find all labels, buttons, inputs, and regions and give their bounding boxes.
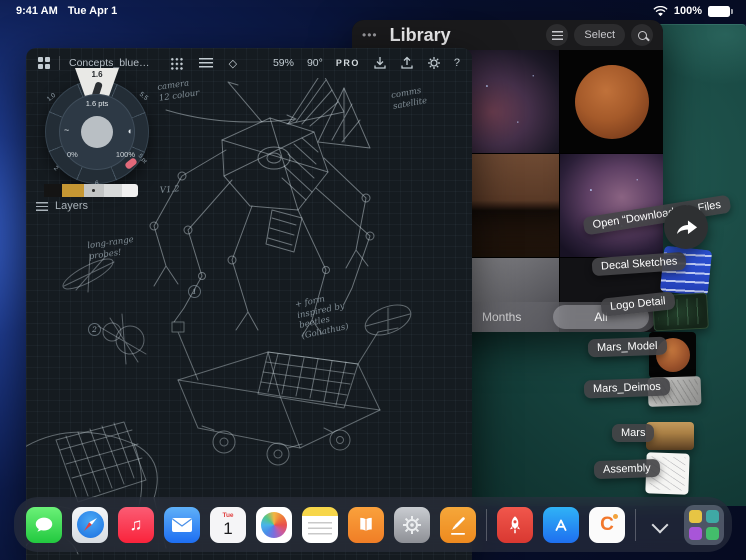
battery-icon [708, 5, 733, 17]
settings-gear-icon[interactable] [427, 56, 441, 70]
concepts-toolbar: Concepts_blue… ◇ 59% 90° PRO ? [26, 48, 472, 78]
document-title[interactable]: Concepts_blue… [69, 57, 150, 69]
layers-button[interactable]: Layers [36, 200, 88, 212]
app-library-icon[interactable] [684, 504, 724, 545]
drag-item-label[interactable]: Mars_Model [587, 336, 667, 358]
swatch-black[interactable] [44, 184, 62, 197]
export-icon[interactable] [400, 56, 414, 70]
layers-icon [36, 201, 48, 211]
music-app-icon[interactable]: ♫ [118, 506, 154, 543]
select-button[interactable]: Select [574, 24, 625, 46]
calendar-day: 1 [223, 518, 233, 538]
share-forward-button[interactable] [664, 205, 708, 249]
concepts-app-window: Concepts_blue… ◇ 59% 90° PRO ? 1.6 1.0 5… [26, 48, 472, 560]
library-header: ••• Library Select [352, 20, 663, 50]
swatch-gray-selected[interactable] [84, 184, 104, 197]
rocket-app-icon[interactable] [497, 506, 533, 543]
concepts-app-icon[interactable] [440, 506, 476, 543]
photo-mars-globe[interactable] [560, 50, 663, 153]
calendar-app-icon[interactable]: Tue 1 [210, 506, 246, 543]
dock-divider [635, 508, 636, 541]
swatch-white[interactable] [122, 184, 138, 197]
opacity-max: 100% [115, 150, 135, 159]
tool-wheel[interactable]: 1.6 1.0 5.5 2 6 5 pt 1.6 pts ~ ◐ 0% 100% [45, 68, 149, 187]
segment-months[interactable]: Months [482, 302, 521, 332]
pro-badge[interactable]: PRO [336, 58, 360, 68]
compass-icon [76, 511, 104, 538]
c-glyph: C [600, 513, 614, 535]
layers-label: Layers [55, 200, 89, 212]
search-icon [637, 30, 647, 40]
color-swatch-bar [44, 184, 138, 197]
swatch-light-gray[interactable] [104, 184, 122, 197]
battery-percent: 100% [673, 5, 702, 17]
nib-icon[interactable]: ◇ [229, 57, 237, 70]
grid-menu-icon[interactable] [169, 56, 183, 70]
drag-item-label[interactable]: Mars [612, 424, 655, 442]
tool-size-lower-left: 2 [52, 164, 60, 173]
safari-app-icon[interactable] [72, 506, 108, 543]
ipad-screen: 9:41 AM Tue Apr 1 100% ••• Library Selec… [0, 0, 746, 560]
swatch-gold[interactable] [62, 184, 84, 197]
music-note-icon: ♫ [129, 514, 143, 534]
search-button[interactable] [631, 24, 653, 46]
opacity-icon: ◐ [127, 126, 133, 136]
dock: ♫ Tue 1 C [14, 497, 732, 552]
filter-icon [551, 30, 563, 40]
settings-app-icon[interactable] [394, 506, 430, 543]
rotation-value[interactable]: 90° [307, 57, 323, 69]
toolbar-divider [59, 56, 60, 70]
stroke-width-label: 1.6 pts [85, 99, 109, 108]
dock-divider [486, 508, 487, 541]
note-lines-icon [308, 521, 332, 538]
smoothing-icon: ~ [64, 125, 70, 135]
mail-app-icon[interactable] [164, 506, 200, 543]
status-bar: 9:41 AM Tue Apr 1 100% [0, 0, 746, 22]
notes-app-icon[interactable] [302, 506, 338, 543]
wheel-center-button[interactable] [81, 116, 113, 148]
clock: 9:41 AM [16, 5, 58, 17]
annotation-number-1: 1 [188, 285, 201, 298]
drag-item-label[interactable]: Mars_Deimos [583, 377, 671, 399]
forward-arrow-icon [676, 220, 698, 235]
messages-app-icon[interactable] [26, 506, 62, 543]
annotation-version: V1.2 [159, 184, 181, 196]
creative-c-app-icon[interactable]: C [589, 506, 625, 543]
books-app-icon[interactable] [348, 506, 384, 543]
photos-app-icon[interactable] [256, 506, 292, 543]
flower-icon [261, 511, 287, 538]
stack-menu-icon[interactable] [198, 57, 213, 69]
page-title: Library [389, 24, 451, 45]
import-icon[interactable] [373, 56, 387, 70]
wifi-icon [653, 5, 668, 16]
app-store-app-icon[interactable] [543, 506, 579, 543]
drag-item-label[interactable]: Assembly [593, 458, 660, 480]
help-button[interactable]: ? [454, 57, 460, 69]
zoom-level[interactable]: 59% [273, 57, 294, 69]
annotation-number-2: 2 [88, 323, 101, 336]
opacity-min: 0% [67, 150, 78, 159]
filter-button[interactable] [546, 24, 569, 46]
date: Tue Apr 1 [67, 5, 118, 17]
window-menu-icon[interactable]: ••• [362, 28, 378, 42]
chevron-down-icon[interactable] [648, 513, 672, 537]
gallery-icon[interactable] [38, 57, 50, 69]
photo-orion-nebula[interactable] [560, 154, 663, 257]
